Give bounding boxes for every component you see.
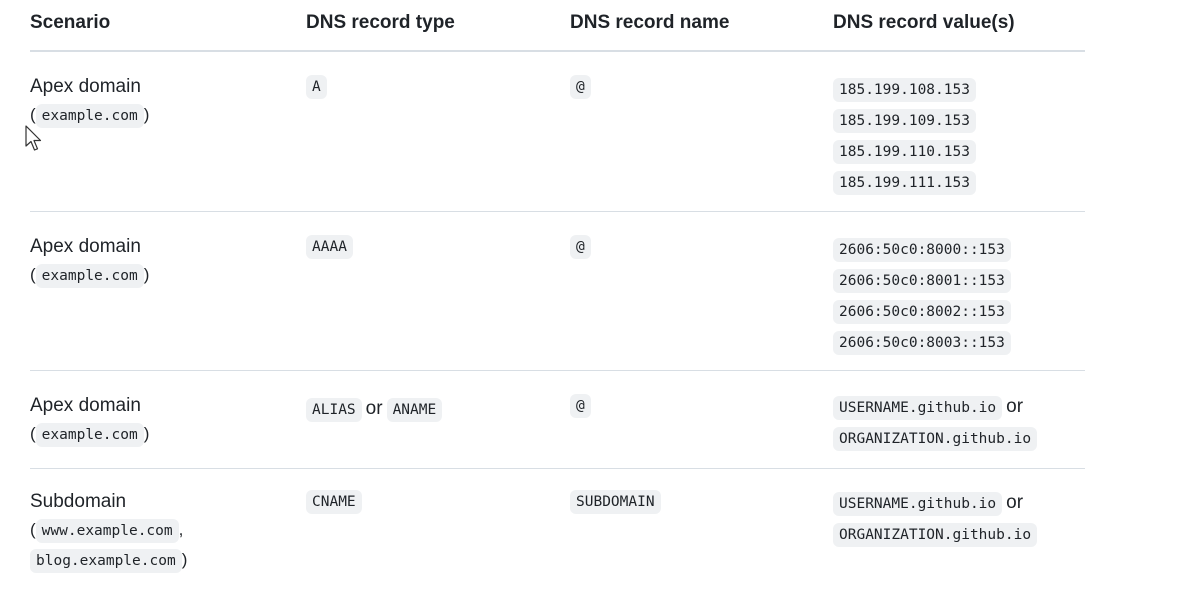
code-record-type: AAAA — [306, 235, 353, 259]
record-type-cell: CNAME — [306, 490, 362, 514]
record-name-cell: @ — [570, 235, 591, 259]
code-record-value: 185.199.110.153 — [833, 140, 976, 164]
scenario-title: Subdomain — [30, 491, 127, 512]
header-record-name: DNS record name — [570, 12, 730, 33]
code-record-value: 2606:50c0:8000::153 — [833, 238, 1011, 262]
code-record-type: CNAME — [306, 490, 362, 514]
scenario-cell: Apex domain (example.com) — [30, 236, 149, 290]
scenario-domain: (example.com) — [30, 419, 149, 449]
or-connector: or — [1006, 492, 1024, 513]
or-connector: or — [365, 398, 383, 419]
scenario-domain: (example.com) — [30, 100, 149, 130]
record-type-cell: ALIAS or ANAME — [306, 397, 443, 422]
record-type-cell: A — [306, 75, 327, 99]
record-values-cell: USERNAME.github.io or ORGANIZATION.github… — [833, 395, 1038, 457]
code-record-name: @ — [570, 75, 591, 99]
scenario-cell: Apex domain (example.com) — [30, 76, 149, 130]
table-header: Scenario DNS record type DNS record name… — [30, 0, 1085, 52]
table-row: Subdomain (www.example.com, blog.example… — [30, 469, 1085, 597]
record-values-cell: 2606:50c0:8000::153 2606:50c0:8001::153 … — [833, 237, 1011, 361]
code-record-value: 2606:50c0:8003::153 — [833, 331, 1011, 355]
scenario-domain: blog.example.com) — [30, 545, 187, 575]
record-values-cell: USERNAME.github.io or ORGANIZATION.github… — [833, 491, 1038, 553]
code-record-value: 185.199.108.153 — [833, 78, 976, 102]
record-name-cell: @ — [570, 394, 591, 418]
code-record-name: @ — [570, 235, 591, 259]
or-connector: or — [1006, 396, 1024, 417]
code-record-type: A — [306, 75, 327, 99]
code-record-value: ORGANIZATION.github.io — [833, 427, 1038, 451]
code-record-value: 185.199.109.153 — [833, 109, 976, 133]
code-domain: example.com — [35, 423, 144, 447]
code-record-type: ALIAS — [306, 398, 362, 422]
code-record-value: USERNAME.github.io — [833, 492, 1003, 516]
record-values-cell: 185.199.108.153 185.199.109.153 185.199.… — [833, 77, 976, 201]
header-scenario: Scenario — [30, 12, 111, 33]
record-type-cell: AAAA — [306, 235, 353, 259]
scenario-cell: Subdomain (www.example.com, blog.example… — [30, 491, 187, 575]
code-record-name: @ — [570, 394, 591, 418]
code-record-value: 2606:50c0:8002::153 — [833, 300, 1011, 324]
scenario-title: Apex domain — [30, 236, 141, 257]
code-record-value: ORGANIZATION.github.io — [833, 523, 1038, 547]
code-domain: blog.example.com — [30, 549, 182, 573]
code-domain: example.com — [35, 264, 144, 288]
code-domain: example.com — [35, 104, 144, 128]
code-record-value: 2606:50c0:8001::153 — [833, 269, 1011, 293]
mouse-pointer-icon — [25, 125, 42, 151]
code-record-value: 185.199.111.153 — [833, 171, 976, 195]
code-domain: www.example.com — [35, 519, 179, 543]
table-row: Apex domain (example.com) ALIAS or ANAME @… — [30, 371, 1085, 469]
code-record-value: USERNAME.github.io — [833, 396, 1003, 420]
header-record-values: DNS record value(s) — [833, 12, 1015, 33]
scenario-domain: (www.example.com, — [30, 515, 187, 545]
scenario-title: Apex domain — [30, 76, 141, 97]
code-record-type: ANAME — [386, 398, 443, 422]
scenario-cell: Apex domain (example.com) — [30, 395, 149, 449]
table-row: Apex domain (example.com) A @ 185.199.10… — [30, 52, 1085, 212]
record-name-cell: @ — [570, 75, 591, 99]
dns-records-table: Scenario DNS record type DNS record name… — [30, 0, 1085, 597]
header-record-type: DNS record type — [306, 12, 455, 33]
scenario-domain: (example.com) — [30, 260, 149, 290]
record-name-cell: SUBDOMAIN — [570, 490, 661, 514]
scenario-title: Apex domain — [30, 395, 141, 416]
code-record-name: SUBDOMAIN — [570, 490, 661, 514]
table-row: Apex domain (example.com) AAAA @ 2606:50… — [30, 212, 1085, 371]
